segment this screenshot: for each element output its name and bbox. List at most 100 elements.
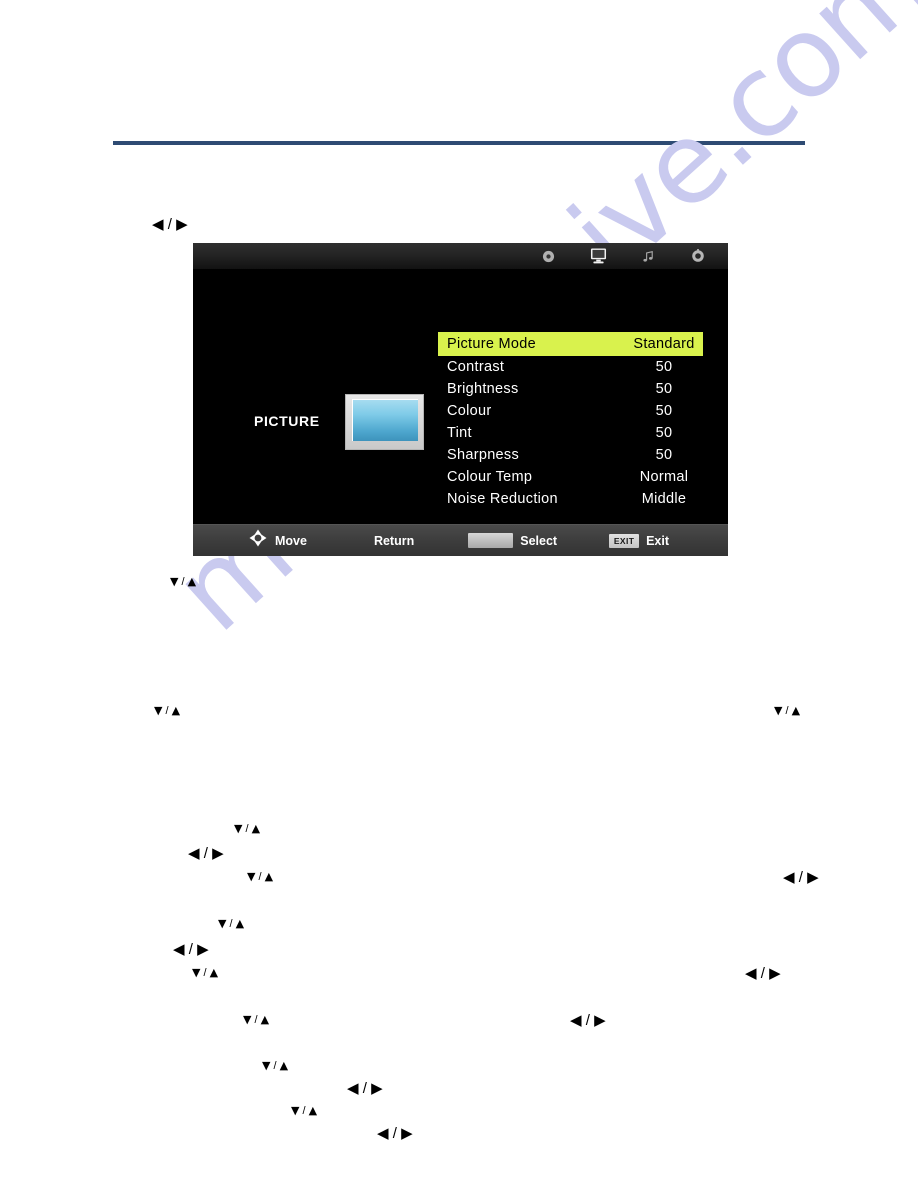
arrow-glyph-right: ▶ bbox=[769, 964, 781, 982]
option-icon[interactable] bbox=[723, 243, 728, 269]
arrow-separator: / bbox=[581, 1012, 595, 1029]
arrow-glyph-right: ▲ bbox=[251, 822, 261, 835]
arrow-separator: / bbox=[358, 1080, 372, 1097]
menu-row-value: Standard bbox=[633, 336, 695, 352]
arrow-glyph-right: ▶ bbox=[401, 1124, 413, 1142]
arrow-glyph-right: ▶ bbox=[807, 868, 819, 886]
arrow-glyph-right: ▲ bbox=[209, 966, 219, 979]
monitor-screen-glyph bbox=[352, 399, 418, 441]
menu-row-label: Brightness bbox=[447, 381, 519, 397]
menu-row-selected[interactable]: Picture Mode Standard bbox=[438, 332, 703, 356]
menu-row-value: 50 bbox=[655, 381, 673, 397]
menu-row[interactable]: Colour Temp Normal bbox=[438, 466, 703, 488]
arrow-separator: / bbox=[270, 1060, 280, 1072]
left-right-arrow-hint: ◀ / ▶ bbox=[152, 215, 188, 233]
left-right-arrow-hint: ◀ / ▶ bbox=[377, 1124, 413, 1142]
menu-row-value: Middle bbox=[641, 491, 687, 507]
left-right-arrow-hint: ◀ / ▶ bbox=[347, 1079, 383, 1097]
menu-row-value: 50 bbox=[655, 403, 673, 419]
osd-menu-list: Picture Mode Standard Contrast 50 Brightness… bbox=[438, 332, 703, 510]
arrow-glyph-right: ▲ bbox=[260, 1013, 270, 1026]
time-icon[interactable] bbox=[673, 243, 723, 269]
arrow-separator: / bbox=[163, 216, 177, 233]
menu-row[interactable]: Tint 50 bbox=[438, 422, 703, 444]
exit-key-cap[interactable]: EXIT bbox=[609, 533, 640, 548]
arrow-glyph-left: ◀ bbox=[188, 844, 200, 862]
menu-row[interactable]: Sharpness 50 bbox=[438, 444, 703, 466]
arrow-glyph-right: ▲ bbox=[187, 575, 197, 588]
up-down-arrow-hint: ▼ / ▲ bbox=[247, 871, 273, 883]
arrow-separator: / bbox=[782, 705, 792, 717]
arrow-glyph-right: ▶ bbox=[371, 1079, 383, 1097]
menu-row[interactable]: Contrast 50 bbox=[438, 356, 703, 378]
hint-select-label: Select bbox=[520, 533, 558, 548]
channel-icon[interactable] bbox=[523, 243, 573, 269]
arrow-glyph-right: ▶ bbox=[197, 940, 209, 958]
arrow-glyph-left: ◀ bbox=[173, 940, 185, 958]
hint-return[interactable]: MENU Return bbox=[367, 525, 414, 556]
menu-row-value: Normal bbox=[639, 469, 689, 485]
arrow-separator: / bbox=[184, 941, 198, 958]
osd-category-label: PICTURE bbox=[254, 413, 320, 429]
arrow-glyph-left: ◀ bbox=[783, 868, 795, 886]
menu-row-value: 50 bbox=[655, 447, 673, 463]
up-down-arrow-hint: ▼ / ▲ bbox=[154, 705, 180, 717]
hint-return-label: Return bbox=[373, 533, 415, 548]
arrow-separator: / bbox=[255, 871, 265, 883]
osd-bottom-hint-bar: Move MENU Return Select EXIT Exit bbox=[193, 524, 728, 556]
arrow-separator: / bbox=[226, 918, 236, 930]
select-key-cap[interactable] bbox=[468, 533, 514, 548]
arrow-glyph-left: ◀ bbox=[745, 964, 757, 982]
arrow-glyph-left: ◀ bbox=[377, 1124, 389, 1142]
arrow-separator: / bbox=[178, 576, 188, 588]
up-down-arrow-hint: ▼ / ▲ bbox=[170, 576, 196, 588]
menu-row[interactable]: Brightness 50 bbox=[438, 378, 703, 400]
picture-icon[interactable] bbox=[573, 243, 623, 269]
arrow-separator: / bbox=[794, 869, 808, 886]
menu-row[interactable]: Noise Reduction Middle bbox=[438, 488, 703, 510]
up-down-arrow-hint: ▼ / ▲ bbox=[218, 918, 244, 930]
arrow-separator: / bbox=[200, 967, 210, 979]
hint-move[interactable]: Move bbox=[248, 525, 307, 556]
arrow-glyph-right: ▲ bbox=[791, 704, 801, 717]
up-down-arrow-hint: ▼ / ▲ bbox=[234, 823, 260, 835]
sound-icon[interactable] bbox=[623, 243, 673, 269]
arrow-separator: / bbox=[199, 845, 213, 862]
arrow-separator: / bbox=[388, 1125, 402, 1142]
arrow-separator: / bbox=[162, 705, 172, 717]
left-right-arrow-hint: ◀ / ▶ bbox=[570, 1011, 606, 1029]
menu-row-label: Noise Reduction bbox=[447, 491, 558, 507]
menu-row-value: 50 bbox=[655, 359, 673, 375]
left-right-arrow-hint: ◀ / ▶ bbox=[173, 940, 209, 958]
arrow-glyph-right: ▲ bbox=[235, 917, 245, 930]
arrow-separator: / bbox=[251, 1014, 261, 1026]
picture-monitor-icon bbox=[345, 394, 424, 450]
menu-row[interactable]: Colour 50 bbox=[438, 400, 703, 422]
hint-exit-label: Exit bbox=[646, 533, 670, 548]
up-down-arrow-hint: ▼ / ▲ bbox=[291, 1105, 317, 1117]
menu-row-label: Contrast bbox=[447, 359, 505, 375]
up-down-arrow-hint: ▼ / ▲ bbox=[192, 967, 218, 979]
menu-row-label: Sharpness bbox=[447, 447, 520, 463]
menu-row-value: 50 bbox=[655, 425, 673, 441]
up-down-arrow-hint: ▼ / ▲ bbox=[774, 705, 800, 717]
arrow-glyph-right: ▲ bbox=[308, 1104, 318, 1117]
up-down-arrow-hint: ▼ / ▲ bbox=[262, 1060, 288, 1072]
osd-category-icons bbox=[523, 243, 728, 269]
left-right-arrow-hint: ◀ / ▶ bbox=[188, 844, 224, 862]
dpad-icon bbox=[248, 528, 268, 553]
menu-row-label: Colour bbox=[447, 403, 492, 419]
menu-row-label: Colour Temp bbox=[447, 469, 533, 485]
osd-body: PICTURE Picture Mode Standard Contrast 50 Br… bbox=[193, 269, 728, 525]
hint-select[interactable]: Select bbox=[468, 525, 557, 556]
arrow-separator: / bbox=[299, 1105, 309, 1117]
arrow-glyph-left: ◀ bbox=[152, 215, 164, 233]
arrow-glyph-right: ▶ bbox=[594, 1011, 606, 1029]
hint-move-label: Move bbox=[275, 533, 307, 548]
arrow-separator: / bbox=[756, 965, 770, 982]
menu-row-label: Picture Mode bbox=[447, 336, 537, 352]
arrow-glyph-right: ▶ bbox=[212, 844, 224, 862]
arrow-glyph-right: ▶ bbox=[176, 215, 188, 233]
hint-exit[interactable]: EXIT Exit bbox=[609, 525, 669, 556]
left-right-arrow-hint: ◀ / ▶ bbox=[745, 964, 781, 982]
